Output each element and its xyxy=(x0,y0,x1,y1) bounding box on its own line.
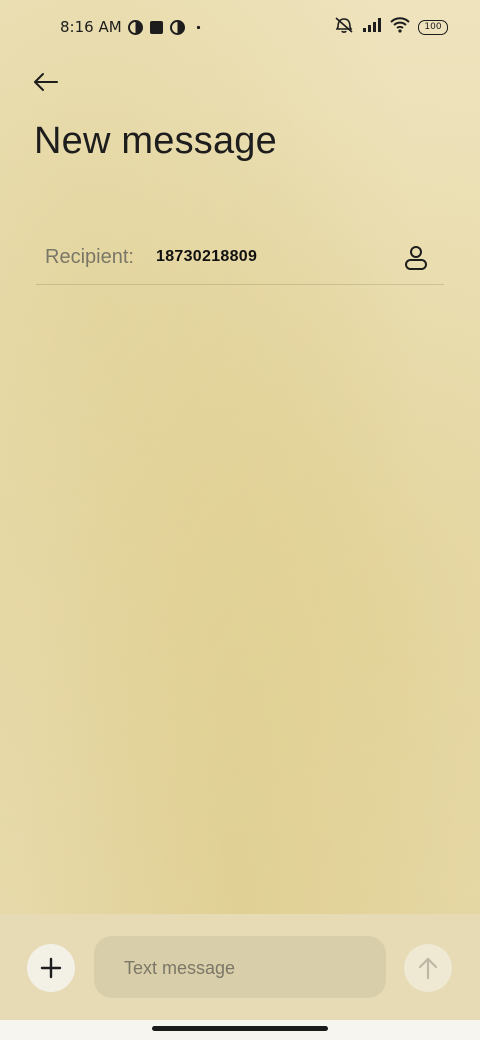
signal-icon xyxy=(362,17,382,37)
wifi-icon xyxy=(390,17,410,37)
status-bar: 8:16 AM 100 xyxy=(0,0,480,56)
battery-icon: 100 xyxy=(418,19,448,35)
circle-half-icon xyxy=(127,19,143,35)
back-arrow-icon xyxy=(34,73,58,91)
message-input[interactable] xyxy=(122,936,376,1000)
plus-icon xyxy=(40,957,62,979)
send-button[interactable] xyxy=(404,944,452,992)
home-indicator[interactable] xyxy=(152,1026,328,1031)
back-button[interactable] xyxy=(28,64,64,100)
circle-half-icon xyxy=(169,19,185,35)
mute-icon xyxy=(334,16,354,38)
recipient-row[interactable]: Recipient: 18730218809 xyxy=(36,232,444,285)
arrow-up-icon xyxy=(418,957,438,980)
navigation-bar xyxy=(0,1020,480,1040)
square-icon xyxy=(149,20,164,35)
composer-bar xyxy=(0,914,480,1020)
add-attachment-button[interactable] xyxy=(27,944,75,992)
status-right: 100 xyxy=(334,16,448,38)
status-left: 8:16 AM xyxy=(60,18,206,36)
person-icon xyxy=(405,246,427,270)
recipient-label: Recipient: xyxy=(45,246,134,268)
page-title: New message xyxy=(34,120,277,162)
message-input-container[interactable] xyxy=(94,936,386,1000)
recipient-value[interactable]: 18730218809 xyxy=(156,248,257,266)
contact-picker-button[interactable] xyxy=(400,242,432,274)
status-time: 8:16 AM xyxy=(60,18,122,36)
dot-icon xyxy=(191,20,206,35)
